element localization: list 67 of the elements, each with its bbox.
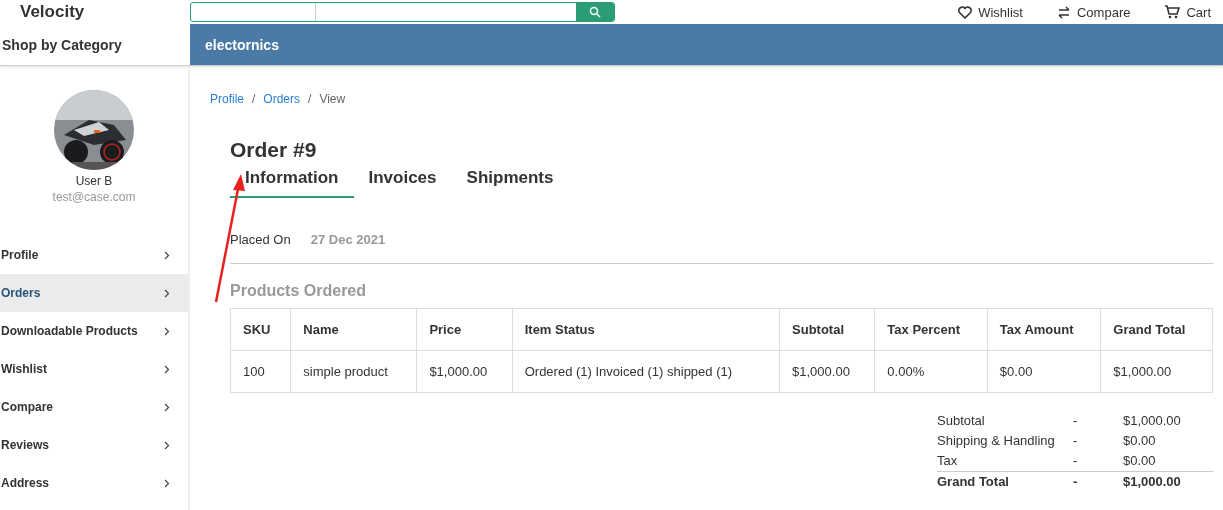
total-value: $0.00 [1123, 453, 1156, 468]
chevron-icon [164, 326, 170, 336]
table-cell: $1,000.00 [1100, 350, 1213, 393]
table-cell: Ordered (1) Invoiced (1) shipped (1) [512, 350, 780, 393]
current-page-label: View [319, 92, 346, 106]
breadcrumb-separator: / [308, 92, 312, 106]
table-cell: simple product [290, 350, 417, 393]
table-cell: 100 [230, 350, 291, 393]
total-separator: - [1073, 474, 1078, 489]
chevron-icon [164, 288, 170, 298]
sidebar-item[interactable]: Wishlist [0, 350, 188, 388]
total-label: Subtotal [937, 413, 985, 428]
heart-icon [958, 5, 973, 19]
order-title: Order #9 [230, 138, 318, 162]
table-cell: 0.00% [874, 350, 988, 393]
cart-icon [1164, 5, 1181, 19]
arrows-icon [1056, 5, 1071, 19]
total-value: $1,000.00 [1123, 474, 1181, 489]
table-cell: $1,000.00 [779, 350, 875, 393]
total-separator: - [1073, 453, 1078, 468]
total-value: $1,000.00 [1123, 413, 1181, 428]
total-label: Tax [937, 453, 958, 468]
tab[interactable]: Invoices [353, 166, 452, 198]
column-header: Tax Amount [987, 308, 1101, 351]
placed-on-label: Placed On [230, 232, 291, 247]
column-header: Name [290, 308, 417, 351]
search-button[interactable] [576, 3, 614, 21]
chevron-icon [164, 364, 170, 374]
sidebar-item[interactable]: Orders [0, 274, 188, 312]
sidebar-item[interactable]: Reviews [0, 426, 188, 464]
total-label: Grand Total [937, 474, 1009, 489]
total-label: Shipping & Handling [937, 433, 1055, 448]
user-name: User B [75, 174, 113, 188]
sidebar-item[interactable]: Downloadable Products [0, 312, 188, 350]
logo[interactable]: Velocity [0, 2, 190, 22]
column-header: Tax Percent [874, 308, 988, 351]
column-header: Grand Total [1100, 308, 1213, 351]
sidebar-item[interactable]: Address [0, 464, 188, 502]
header-link[interactable]: Cart [1164, 4, 1211, 20]
chevron-icon [164, 250, 170, 260]
search-icon [589, 6, 601, 18]
table-cell: $0.00 [987, 350, 1101, 393]
placed-on-date: 27 Dec 2021 [310, 232, 386, 247]
total-separator: - [1073, 413, 1078, 428]
sidebar-item[interactable]: Profile [0, 236, 188, 274]
column-header: Item Status [512, 308, 780, 351]
header-link[interactable]: Wishlist [958, 4, 1023, 20]
user-email: test@case.com [52, 190, 136, 204]
search-bar[interactable] [190, 2, 615, 22]
section-title: Products Ordered [230, 282, 368, 300]
header-link[interactable]: Compare [1056, 4, 1131, 20]
breadcrumb-separator: / [252, 92, 256, 106]
total-value: $0.00 [1123, 433, 1156, 448]
category-link[interactable]: electornics [205, 36, 279, 53]
category-menu-title[interactable]: Shop by Category [0, 24, 190, 65]
tab[interactable]: Shipments [451, 166, 569, 198]
sidebar-item[interactable]: Compare [0, 388, 188, 426]
chevron-icon [164, 402, 170, 412]
total-separator: - [1073, 433, 1078, 448]
chevron-icon [164, 440, 170, 450]
column-header: Subtotal [779, 308, 875, 351]
chevron-icon [164, 478, 170, 488]
breadcrumb-link[interactable]: Orders [263, 92, 301, 106]
table-cell: $1,000.00 [416, 350, 513, 393]
breadcrumb-link[interactable]: Profile [210, 92, 244, 106]
column-header: Price [416, 308, 513, 351]
column-header: SKU [230, 308, 291, 351]
